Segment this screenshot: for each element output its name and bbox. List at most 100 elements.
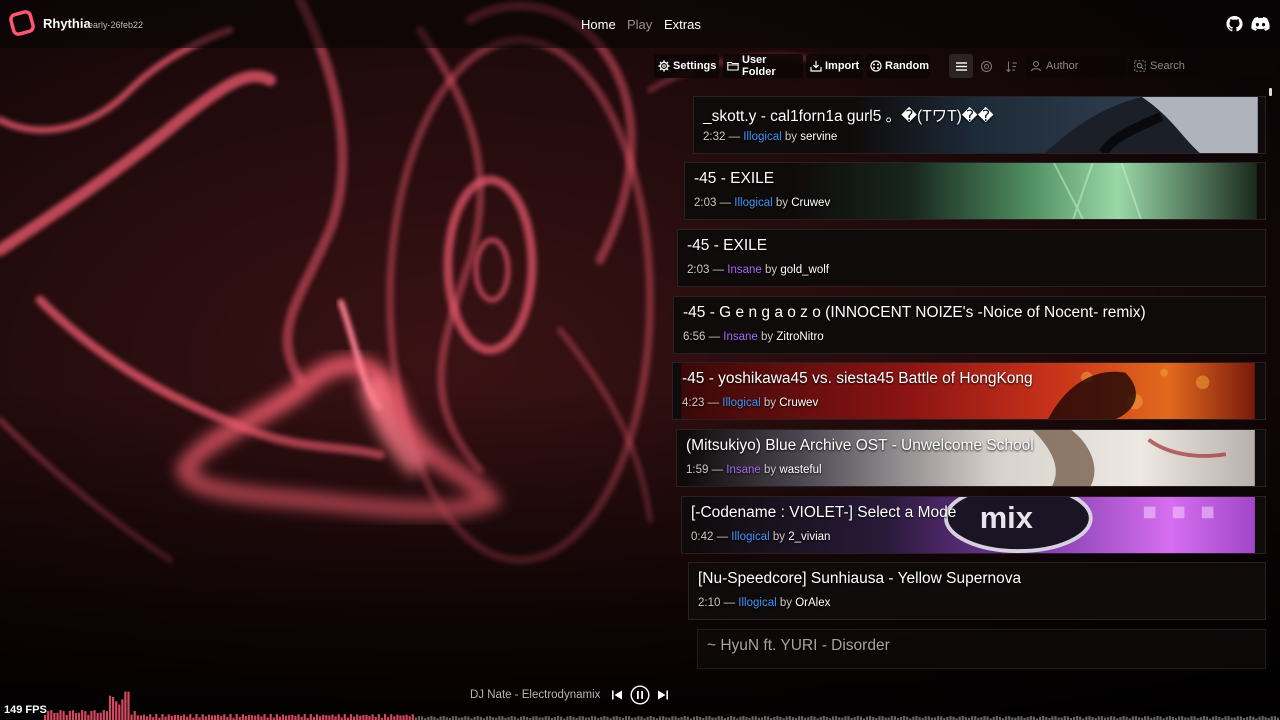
by-label: by bbox=[763, 397, 777, 409]
visualizer-bar bbox=[130, 714, 133, 720]
nav-extras[interactable]: Extras bbox=[664, 17, 701, 32]
import-button[interactable]: Import bbox=[806, 54, 863, 78]
top-bar: Rhythia early-26feb22 Home Play Extras bbox=[0, 0, 1280, 48]
visualizer-bar bbox=[671, 716, 674, 720]
search-input[interactable] bbox=[1150, 55, 1271, 77]
visualizer-bar bbox=[742, 716, 745, 720]
visualizer-bar bbox=[56, 712, 59, 720]
logo-icon[interactable] bbox=[8, 9, 36, 37]
visualizer-bar bbox=[683, 716, 686, 720]
random-button[interactable]: Random bbox=[866, 54, 930, 78]
visualizer-bar bbox=[927, 716, 930, 720]
map-card[interactable]: _skott.y - cal1forn1a gurl5 。�(TワT)�� 2:… bbox=[693, 96, 1266, 154]
visualizer-bar bbox=[115, 701, 118, 720]
map-card[interactable]: -45 - EXILE 2:03 — Insane by gold_wolf bbox=[677, 229, 1266, 287]
visualizer-bar bbox=[78, 712, 81, 720]
nav-play[interactable]: Play bbox=[627, 17, 652, 32]
visualizer-bar bbox=[489, 716, 492, 720]
map-duration: 0:42 bbox=[691, 531, 714, 543]
settings-button[interactable]: Settings bbox=[654, 54, 719, 78]
visualizer-bar bbox=[510, 716, 513, 720]
author-filter-field[interactable] bbox=[1025, 55, 1125, 77]
visualizer-bar bbox=[328, 715, 331, 720]
visualizer-bar bbox=[390, 714, 393, 720]
visualizer-bar bbox=[1156, 716, 1159, 720]
visualizer-bar bbox=[430, 716, 433, 720]
by-label: by bbox=[772, 531, 786, 543]
visualizer-bar bbox=[1097, 716, 1100, 720]
visualizer-bar bbox=[251, 715, 254, 720]
visualizer-bar bbox=[362, 715, 365, 720]
nav-home[interactable]: Home bbox=[581, 17, 616, 32]
visualizer-bar bbox=[1270, 716, 1273, 720]
visualizer-bar bbox=[353, 716, 356, 720]
sort-icon bbox=[1005, 61, 1017, 72]
visualizer-bar bbox=[637, 716, 640, 720]
visualizer-bar bbox=[822, 716, 825, 720]
by-label: by bbox=[764, 464, 777, 476]
visualizer-bar bbox=[464, 716, 467, 720]
map-card[interactable]: -45 - yoshikawa45 vs. siesta45 Battle of… bbox=[672, 362, 1266, 420]
map-card[interactable]: (Mitsukiyo) Blue Archive OST - Unwelcome… bbox=[676, 429, 1266, 487]
visualizer-bar bbox=[1215, 716, 1218, 720]
visualizer-bar bbox=[146, 716, 149, 720]
visualizer-bar bbox=[1144, 716, 1147, 720]
visualizer-bar bbox=[213, 715, 217, 720]
visualizer-bar bbox=[411, 714, 414, 720]
visualizer-bar bbox=[513, 716, 516, 720]
meta-separator: — bbox=[716, 531, 729, 543]
visualizer-bar bbox=[377, 714, 380, 720]
visualizer-bar bbox=[628, 716, 631, 720]
meta-separator: — bbox=[712, 264, 725, 276]
map-card[interactable]: ~ HyuN ft. YURI - Disorder bbox=[697, 629, 1266, 669]
sort-button[interactable] bbox=[999, 54, 1023, 78]
user-folder-button[interactable]: User Folder bbox=[723, 54, 803, 78]
visualizer-bar bbox=[556, 716, 560, 720]
visualizer-bar bbox=[260, 716, 263, 720]
map-card[interactable]: [Nu-Speedcore] Sunhiausa - Yellow Supern… bbox=[688, 562, 1266, 620]
map-mapper: wasteful bbox=[779, 464, 822, 476]
visualizer-bar bbox=[207, 714, 210, 720]
visualizer-bar bbox=[544, 716, 547, 720]
next-icon[interactable] bbox=[657, 689, 669, 701]
discord-icon[interactable] bbox=[1251, 16, 1270, 32]
visualizer-bar bbox=[331, 714, 334, 720]
visualizer-bar bbox=[84, 711, 87, 720]
visualizer-bar bbox=[220, 716, 223, 720]
previous-icon[interactable] bbox=[611, 689, 623, 701]
visualizer-bar bbox=[451, 716, 455, 720]
map-difficulty: Illogical bbox=[734, 197, 773, 209]
visualizer-bar bbox=[881, 716, 884, 720]
visualizer-bar bbox=[1054, 716, 1057, 720]
visualizer-bar bbox=[408, 716, 411, 720]
visualizer-bar bbox=[121, 699, 124, 720]
search-field[interactable] bbox=[1129, 55, 1274, 77]
visualizer-bar bbox=[405, 714, 408, 720]
by-label: by bbox=[784, 131, 798, 143]
visualizer-bar bbox=[396, 714, 399, 720]
visualizer-bar bbox=[847, 716, 850, 720]
visualizer-bar bbox=[974, 716, 977, 720]
pause-icon[interactable] bbox=[630, 685, 650, 705]
grid-view-button[interactable] bbox=[974, 54, 998, 78]
map-card[interactable]: -45 - G e n g a o z o (INNOCENT NOIZE's … bbox=[673, 296, 1266, 354]
visualizer-bar bbox=[1202, 716, 1205, 720]
visualizer-bar bbox=[217, 714, 220, 720]
visualizer-bar bbox=[244, 715, 247, 720]
by-label: by bbox=[761, 331, 774, 343]
map-card[interactable]: mix [-Codename : VIOLET-] Select a Mode … bbox=[681, 496, 1266, 554]
list-view-button[interactable] bbox=[949, 54, 973, 78]
visualizer-bar bbox=[674, 716, 677, 720]
map-card[interactable]: -45 - EXILE 2:03 — Illogical by Cruwev bbox=[684, 162, 1266, 220]
visualizer-bar bbox=[1190, 716, 1193, 720]
visualizer-bar bbox=[915, 716, 918, 720]
visualizer-bar bbox=[399, 715, 402, 720]
visualizer-bar bbox=[254, 715, 257, 720]
github-icon[interactable] bbox=[1225, 15, 1244, 34]
visualizer-bar bbox=[297, 714, 300, 720]
visualizer-bar bbox=[1100, 716, 1103, 720]
gear-icon bbox=[658, 60, 670, 72]
map-duration: 2:03 bbox=[694, 197, 717, 209]
author-input[interactable] bbox=[1046, 55, 1122, 77]
map-difficulty: Illogical bbox=[738, 597, 777, 609]
